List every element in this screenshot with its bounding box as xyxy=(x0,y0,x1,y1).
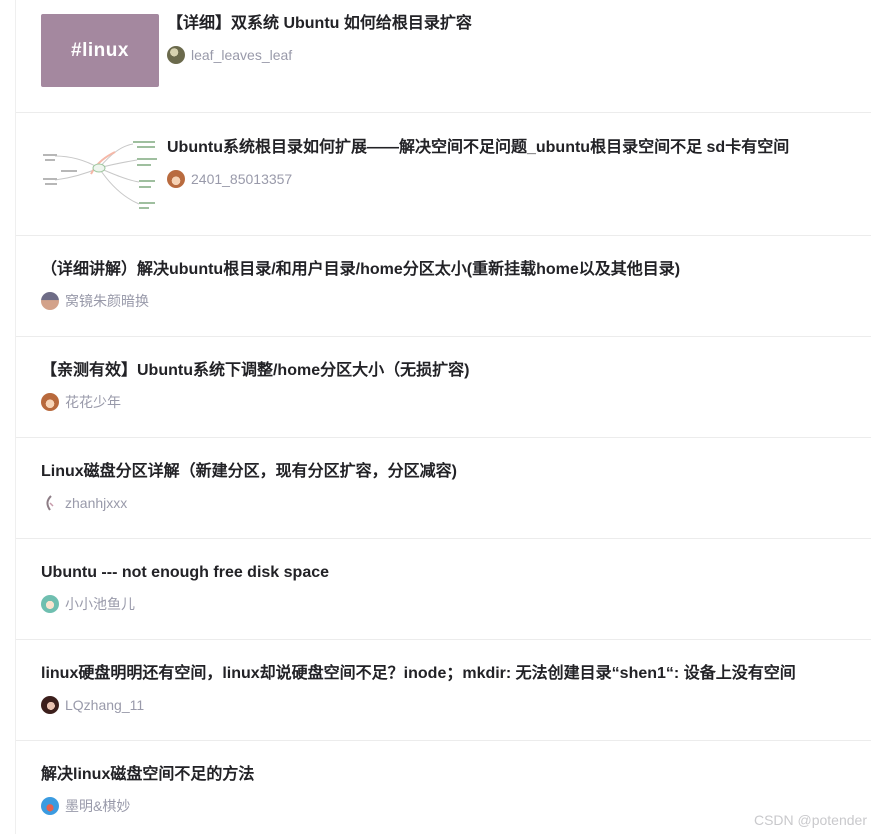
article-author[interactable]: LQzhang_11 xyxy=(41,695,144,715)
avatar xyxy=(41,393,59,411)
article-author[interactable]: 小小池鱼儿 xyxy=(41,594,135,614)
list-item[interactable]: 解决linux磁盘空间不足的方法 墨明&棋妙 xyxy=(16,740,871,834)
article-title[interactable]: 【亲测有效】Ubuntu系统下调整/home分区大小（无损扩容) xyxy=(41,361,469,381)
article-author[interactable]: 墨明&棋妙 xyxy=(41,796,130,816)
author-name: leaf_leaves_leaf xyxy=(191,47,293,63)
list-item[interactable]: （详细讲解）解决ubuntu根目录/和用户目录/home分区太小(重新挂载hom… xyxy=(16,235,871,337)
author-name: 墨明&棋妙 xyxy=(65,798,131,814)
article-title[interactable]: Ubuntu --- not enough free disk space xyxy=(41,563,329,583)
list-item[interactable]: 【亲测有效】Ubuntu系统下调整/home分区大小（无损扩容) 花花少年 xyxy=(16,336,871,438)
article-thumbnail[interactable]: #linux xyxy=(41,14,159,87)
avatar xyxy=(167,170,185,188)
avatar xyxy=(41,797,59,815)
article-title[interactable]: （详细讲解）解决ubuntu根目录/和用户目录/home分区太小(重新挂载hom… xyxy=(41,260,680,280)
thumbnail-text: #linux xyxy=(71,39,129,61)
article-author[interactable]: 花花少年 xyxy=(41,392,121,412)
author-name: 窝镜朱颜暗换 xyxy=(65,293,149,309)
article-author[interactable]: 窝镜朱颜暗换 xyxy=(41,291,149,311)
list-item[interactable]: Ubuntu --- not enough free disk space 小小… xyxy=(16,538,871,640)
article-thumbnail[interactable] xyxy=(41,134,159,212)
article-author[interactable]: 2401_85013357 xyxy=(167,169,292,189)
list-item[interactable]: Ubuntu系统根目录如何扩展——解决空间不足问题_ubuntu根目录空间不足 … xyxy=(16,112,871,236)
list-item[interactable]: Linux磁盘分区详解（新建分区，现有分区扩容，分区减容) zhanhjxxx xyxy=(16,437,871,539)
avatar xyxy=(41,494,59,512)
list-item[interactable]: #linux 【详细】双系统 Ubuntu 如何给根目录扩容 leaf_leav… xyxy=(16,0,871,113)
article-author[interactable]: zhanhjxxx xyxy=(41,493,127,513)
article-title[interactable]: linux硬盘明明还有空间，linux却说硬盘空间不足？inode；mkdir:… xyxy=(41,664,796,684)
article-title[interactable]: Ubuntu系统根目录如何扩展——解决空间不足问题_ubuntu根目录空间不足 … xyxy=(167,138,789,158)
avatar xyxy=(167,46,185,64)
avatar xyxy=(41,292,59,310)
article-title[interactable]: 解决linux磁盘空间不足的方法 xyxy=(41,765,254,785)
avatar xyxy=(41,595,59,613)
mind-map-graphic xyxy=(43,141,157,209)
author-name: 2401_85013357 xyxy=(191,171,293,187)
article-title[interactable]: 【详细】双系统 Ubuntu 如何给根目录扩容 xyxy=(167,14,472,34)
author-name: LQzhang_11 xyxy=(65,697,145,713)
author-name: 小小池鱼儿 xyxy=(65,596,135,612)
list-item[interactable]: linux硬盘明明还有空间，linux却说硬盘空间不足？inode；mkdir:… xyxy=(16,639,871,741)
csdn-watermark: CSDN @potender xyxy=(753,812,867,828)
article-author[interactable]: leaf_leaves_leaf xyxy=(167,45,292,65)
author-name: 花花少年 xyxy=(65,394,121,410)
avatar xyxy=(41,696,59,714)
author-name: zhanhjxxx xyxy=(65,495,128,511)
article-title[interactable]: Linux磁盘分区详解（新建分区，现有分区扩容，分区减容) xyxy=(41,462,457,482)
related-articles-list: #linux 【详细】双系统 Ubuntu 如何给根目录扩容 leaf_leav… xyxy=(15,0,871,834)
